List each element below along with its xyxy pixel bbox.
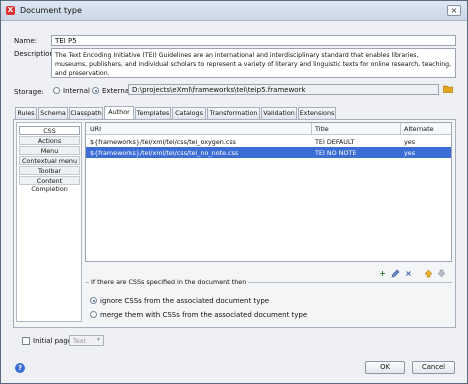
sidebar-item-menu[interactable]: Menu	[19, 146, 80, 155]
tab-rules[interactable]: Rules	[15, 107, 37, 119]
sidebar-item-css[interactable]: CSS	[19, 126, 80, 135]
column-divider[interactable]	[400, 123, 401, 135]
add-icon[interactable]: +	[378, 269, 387, 278]
storage-external-radio[interactable]	[92, 87, 99, 94]
title-bar[interactable]: X Document type ×	[1, 1, 467, 21]
sidebar-item-actions[interactable]: Actions	[19, 136, 80, 145]
sidebar-item-contextual-menu[interactable]: Contextual menu	[19, 156, 80, 165]
name-label: Name:	[14, 37, 38, 45]
storage-external-label[interactable]: External	[102, 87, 131, 95]
tab-templates[interactable]: Templates	[135, 107, 171, 119]
edit-icon[interactable]	[391, 269, 400, 278]
description-field[interactable]: The Text Encoding Initiative (TEI) Guide…	[51, 48, 456, 78]
uri-cell: ${frameworks}/tei/xml/tei/css/tei_oxygen…	[90, 138, 237, 146]
table-header: URI Title Alternate	[86, 123, 451, 135]
title-cell: TEI NO NOTE	[315, 149, 357, 157]
ok-button[interactable]: OK	[365, 361, 405, 374]
tab-transformation[interactable]: Transformation	[207, 107, 260, 119]
chevron-down-icon: ▾	[96, 336, 100, 343]
initial-page-checkbox[interactable]	[22, 337, 30, 345]
storage-internal-radio[interactable]	[53, 87, 60, 94]
tab-validation[interactable]: Validation	[261, 107, 297, 119]
tab-schema[interactable]: Schema	[38, 107, 68, 119]
name-field[interactable]: TEI P5	[51, 35, 456, 46]
storage-path-field[interactable]: D:\projects\eXml\frameworks\tei\teip5.fr…	[128, 84, 439, 95]
browse-folder-icon[interactable]	[442, 85, 454, 94]
cancel-button[interactable]: Cancel	[412, 361, 455, 374]
ignore-css-label[interactable]: ignore CSSs from the associated document…	[100, 297, 269, 305]
storage-label: Storage:	[14, 88, 44, 96]
ignore-css-radio[interactable]	[90, 297, 97, 304]
css-table: URI Title Alternate ${frameworks}/tei/xm…	[85, 122, 452, 262]
merge-css-radio[interactable]	[90, 311, 97, 318]
column-header-alternate[interactable]: Alternate	[404, 125, 434, 133]
merge-css-label[interactable]: merge them with CSSs from the associated…	[100, 311, 307, 319]
uri-cell: ${frameworks}/tei/xml/tei/css/tei_no_not…	[90, 149, 239, 157]
move-down-icon[interactable]	[437, 269, 446, 278]
tab-catalogs[interactable]: Catalogs	[172, 107, 206, 119]
alternate-cell: yes	[404, 149, 416, 157]
table-row[interactable]: ${frameworks}/tei/xml/tei/css/tei_no_not…	[86, 147, 451, 158]
document-type-dialog: X Document type × Name: TEI P5 Descripti…	[0, 0, 468, 384]
move-up-icon[interactable]	[424, 269, 433, 278]
tab-author[interactable]: Author	[104, 106, 134, 119]
tab-extensions[interactable]: Extensions	[298, 107, 336, 119]
column-divider[interactable]	[311, 123, 312, 135]
alternate-cell: yes	[404, 138, 416, 146]
storage-internal-label[interactable]: Internal	[63, 87, 90, 95]
sidebar-item-content-completion[interactable]: Content Completion	[19, 176, 80, 193]
app-logo-icon: X	[6, 6, 15, 15]
column-header-title[interactable]: Title	[315, 125, 329, 133]
table-row[interactable]: ${frameworks}/tei/xml/tei/css/tei_oxygen…	[86, 136, 451, 147]
tab-classpath[interactable]: Classpath	[69, 107, 103, 119]
author-sidebar: CSS Actions Menu Contextual menu Toolbar…	[16, 122, 82, 322]
remove-icon[interactable]: ×	[404, 269, 413, 278]
close-button[interactable]: ×	[447, 5, 461, 16]
css-options-title: If there are CSSs specified in the docum…	[89, 278, 249, 286]
window-title: Document type	[20, 6, 82, 15]
initial-page-value: Text	[73, 337, 86, 345]
description-label: Description:	[14, 50, 57, 58]
initial-page-label[interactable]: Initial page	[33, 337, 72, 345]
help-icon[interactable]: ?	[15, 363, 25, 373]
title-cell: TEI DEFAULT	[315, 138, 355, 146]
column-header-uri[interactable]: URI	[90, 125, 101, 133]
initial-page-select[interactable]: Text ▾	[69, 335, 104, 346]
sidebar-item-toolbar[interactable]: Toolbar	[19, 166, 80, 175]
